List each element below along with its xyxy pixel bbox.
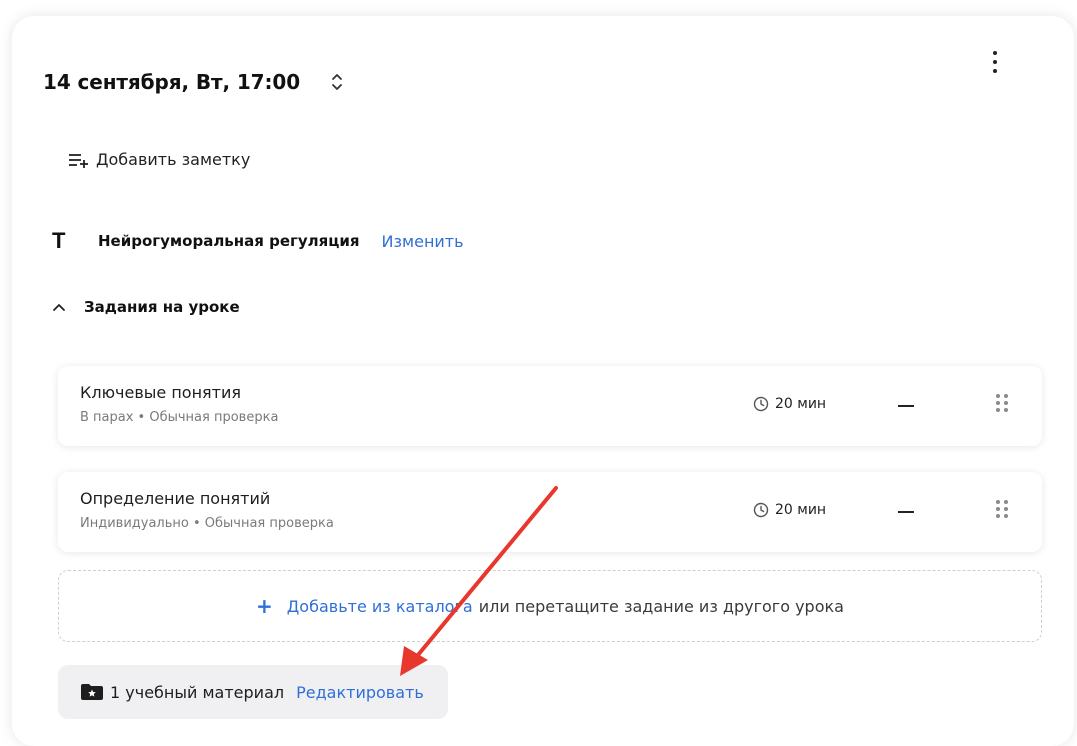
task-duration-label: 20 мин <box>775 502 827 518</box>
drag-dot <box>1004 394 1008 398</box>
task-subtitle: Индивидуально • Обычная проверка <box>80 516 334 531</box>
task-duration: 20 мин <box>753 396 826 412</box>
edit-materials-link[interactable]: Редактировать <box>296 683 424 702</box>
drag-dot <box>1004 514 1008 518</box>
tasks-section-title: Задания на уроке <box>84 298 240 316</box>
chevron-up-icon <box>53 304 65 311</box>
add-note-button[interactable]: Добавить заметку <box>68 150 250 169</box>
task-card[interactable]: Определение понятий Индивидуально • Обыч… <box>58 472 1042 552</box>
add-from-catalog-link[interactable]: Добавьте из каталога <box>287 597 473 616</box>
lesson-header: 14 сентября, Вт, 17:00 <box>43 70 346 94</box>
task-card[interactable]: Ключевые понятия В парах • Обычная прове… <box>58 366 1042 446</box>
task-title: Ключевые понятия <box>80 383 242 402</box>
drag-dot <box>996 514 1000 518</box>
add-note-icon <box>69 153 88 168</box>
task-subtitle: В парах • Обычная проверка <box>80 410 279 425</box>
remove-task-button[interactable] <box>898 405 914 407</box>
text-t-icon: T <box>52 228 66 253</box>
more-dot <box>993 69 997 73</box>
add-note-label: Добавить заметку <box>96 150 251 169</box>
drag-dot <box>1004 408 1008 412</box>
materials-count-label: 1 учебный материал <box>110 682 285 702</box>
sort-updown-icon[interactable] <box>328 70 346 94</box>
materials-pill: 1 учебный материал Редактировать <box>58 665 448 719</box>
clock-icon <box>753 502 769 518</box>
drag-handle-icon[interactable] <box>996 394 1008 414</box>
drag-dot <box>996 507 1000 511</box>
clock-icon <box>753 396 769 412</box>
drag-dot <box>996 401 1000 405</box>
dropzone-hint: или перетащите задание из другого урока <box>478 596 844 616</box>
drag-dot <box>996 394 1000 398</box>
tasks-section-toggle[interactable]: Задания на уроке <box>52 298 240 316</box>
topic-title: Нейрогуморальная регуляция <box>98 232 360 250</box>
drag-dot <box>1004 500 1008 504</box>
sort-updown-icon-svg <box>332 74 342 90</box>
drag-dot <box>1004 401 1008 405</box>
plus-icon[interactable]: + <box>256 594 273 618</box>
folder-star-icon <box>81 684 103 700</box>
task-title: Определение понятий <box>80 489 271 508</box>
drag-dot <box>996 500 1000 504</box>
task-duration: 20 мин <box>753 502 826 518</box>
task-duration-label: 20 мин <box>775 396 827 412</box>
edit-topic-link[interactable]: Изменить <box>382 232 464 251</box>
more-dot <box>993 51 997 55</box>
drag-dot <box>1004 507 1008 511</box>
drag-dot <box>996 408 1000 412</box>
drag-handle-icon[interactable] <box>996 500 1008 520</box>
add-task-dropzone[interactable]: + Добавьте из каталога или перетащите за… <box>58 570 1042 642</box>
remove-task-button[interactable] <box>898 511 914 513</box>
lesson-date-title: 14 сентября, Вт, 17:00 <box>43 70 301 94</box>
more-dot <box>993 60 997 64</box>
more-vertical-icon[interactable] <box>985 48 1005 76</box>
topic-row: T Нейрогуморальная регуляция Изменить <box>52 228 464 254</box>
